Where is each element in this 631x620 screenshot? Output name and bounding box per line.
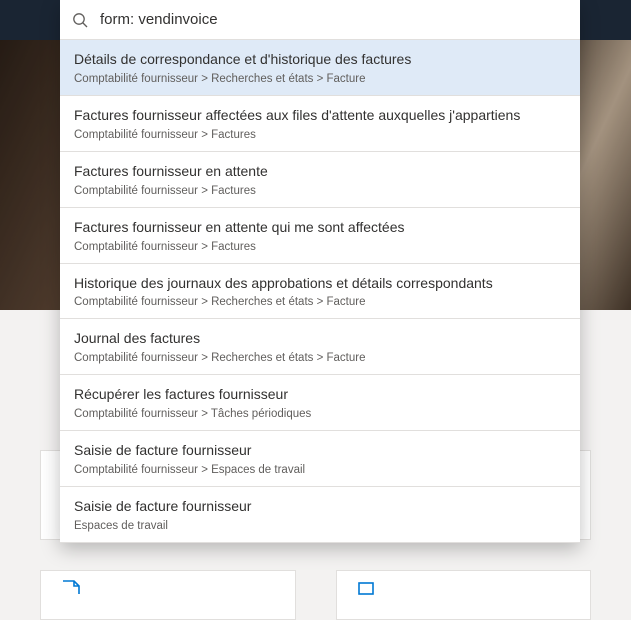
- search-result-item[interactable]: Détails de correspondance et d'historiqu…: [60, 40, 580, 96]
- result-title: Factures fournisseur affectées aux files…: [74, 106, 566, 125]
- result-title: Récupérer les factures fournisseur: [74, 385, 566, 404]
- result-title: Factures fournisseur en attente: [74, 162, 566, 181]
- result-path: Comptabilité fournisseur > Factures: [74, 129, 566, 141]
- search-result-item[interactable]: Saisie de facture fournisseur Comptabilit…: [60, 431, 580, 487]
- search-result-item[interactable]: Factures fournisseur affectées aux files…: [60, 96, 580, 152]
- result-title: Détails de correspondance et d'historiqu…: [74, 50, 566, 69]
- search-result-item[interactable]: Journal des factures Comptabilité fournis…: [60, 319, 580, 375]
- result-title: Historique des journaux des approbations…: [74, 274, 566, 293]
- result-title: Saisie de facture fournisseur: [74, 497, 566, 516]
- result-path: Comptabilité fournisseur > Factures: [74, 185, 566, 197]
- search-result-item[interactable]: Factures fournisseur en attente Comptabil…: [60, 152, 580, 208]
- search-result-item[interactable]: Factures fournisseur en attente qui me s…: [60, 208, 580, 264]
- search-row[interactable]: [60, 0, 580, 40]
- result-path: Comptabilité fournisseur > Recherches et…: [74, 352, 566, 364]
- result-title: Journal des factures: [74, 329, 566, 348]
- result-path: Comptabilité fournisseur > Recherches et…: [74, 73, 566, 85]
- result-path: Comptabilité fournisseur > Recherches et…: [74, 296, 566, 308]
- result-path: Comptabilité fournisseur > Espaces de tr…: [74, 464, 566, 476]
- result-path: Comptabilité fournisseur > Factures: [74, 241, 566, 253]
- tile-blank-left[interactable]: [40, 570, 296, 620]
- search-input[interactable]: [98, 10, 568, 29]
- result-title: Saisie de facture fournisseur: [74, 441, 566, 460]
- search-result-item[interactable]: Historique des journaux des approbations…: [60, 264, 580, 320]
- result-title: Factures fournisseur en attente qui me s…: [74, 218, 566, 237]
- document-icon: [59, 579, 83, 612]
- result-path: Espaces de travail: [74, 520, 566, 532]
- tile-blank-right[interactable]: [336, 570, 592, 620]
- search-results: Détails de correspondance et d'historiqu…: [60, 40, 580, 543]
- result-path: Comptabilité fournisseur > Tâches périod…: [74, 408, 566, 420]
- search-flyout: Détails de correspondance et d'historiqu…: [60, 0, 580, 543]
- search-icon: [72, 12, 88, 28]
- document-lines-icon: [355, 579, 379, 612]
- search-result-item[interactable]: Récupérer les factures fournisseur Compta…: [60, 375, 580, 431]
- search-result-item[interactable]: Saisie de facture fournisseur Espaces de …: [60, 487, 580, 543]
